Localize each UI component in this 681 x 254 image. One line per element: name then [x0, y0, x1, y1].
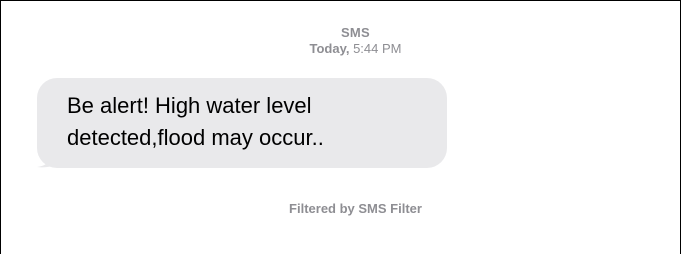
timestamp-day: Today, — [309, 41, 350, 56]
conversation-header: SMS Today, 5:44 PM — [1, 25, 680, 57]
service-label: SMS — [340, 25, 371, 40]
filter-note: Filtered by SMS Filter — [289, 201, 422, 216]
timestamp-time: 5:44 PM — [353, 41, 402, 56]
message-thread: SMS Today, 5:44 PM Be alert! High water … — [0, 0, 681, 254]
message-bubble[interactable]: Be alert! High water level detected,floo… — [37, 78, 447, 168]
incoming-message[interactable]: Be alert! High water level detected,floo… — [37, 78, 447, 168]
message-text-line-2: detected,flood may occur.. — [67, 125, 324, 150]
message-timestamp: Today, 5:44 PM — [1, 41, 680, 57]
message-text-line-1: Be alert! High water level — [67, 93, 312, 118]
